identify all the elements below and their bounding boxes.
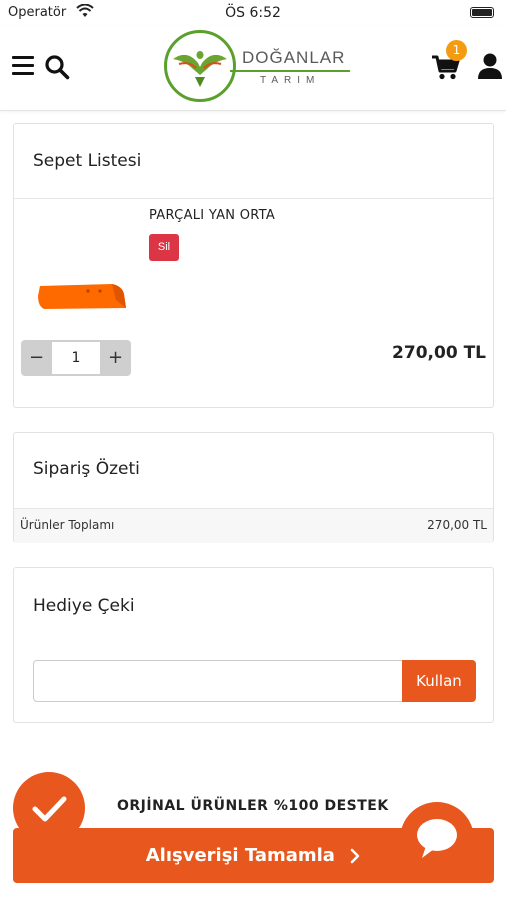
- products-total-label: Ürünler Toplamı: [20, 518, 115, 532]
- search-icon[interactable]: [44, 54, 70, 80]
- quantity-input[interactable]: 1: [52, 342, 100, 374]
- product-image[interactable]: [36, 282, 126, 312]
- order-summary-title: Sipariş Özeti: [33, 459, 140, 479]
- battery-icon: [470, 7, 494, 18]
- clock: ÖS 6:52: [225, 5, 281, 21]
- products-total-value: 270,00 TL: [427, 518, 487, 532]
- summary-row: Ürünler Toplamı 270,00 TL: [14, 508, 493, 543]
- gift-voucher-card: Hediye Çeki Kullan: [13, 567, 494, 723]
- chevron-right-icon: [350, 848, 360, 864]
- quantity-stepper[interactable]: − 1 +: [21, 340, 131, 376]
- chat-button[interactable]: [400, 802, 474, 876]
- logo-divider: [230, 70, 350, 72]
- decrease-button[interactable]: −: [21, 340, 52, 376]
- delete-button[interactable]: Sil: [149, 234, 179, 261]
- cart-count-badge: 1: [446, 40, 467, 61]
- app-header: DOĞANLAR TARIM 1: [0, 26, 506, 111]
- eagle-icon: [173, 51, 227, 87]
- checkout-label: Alışverişi Tamamla: [145, 845, 335, 866]
- menu-icon[interactable]: [12, 56, 34, 76]
- cart-list-title: Sepet Listesi: [33, 151, 142, 171]
- increase-button[interactable]: +: [100, 340, 131, 376]
- divider: [14, 198, 493, 199]
- brand-logo[interactable]: DOĞANLAR TARIM: [164, 30, 350, 106]
- item-price: 270,00 TL: [392, 343, 486, 363]
- product-name[interactable]: PARÇALI YAN ORTA: [149, 208, 275, 223]
- gift-voucher-title: Hediye Çeki: [33, 596, 135, 616]
- apply-voucher-button[interactable]: Kullan: [402, 660, 476, 702]
- order-summary-card: Sipariş Özeti Ürünler Toplamı 270,00 TL: [13, 432, 494, 543]
- feature-text: ORJİNAL ÜRÜNLER %100 DESTEK: [117, 798, 389, 814]
- cart-list-card: Sepet Listesi PARÇALI YAN ORTA Sil − 1 +…: [13, 123, 494, 408]
- logo-subtitle: TARIM: [260, 75, 321, 86]
- gift-code-input[interactable]: [33, 660, 405, 702]
- logo-name: DOĞANLAR: [242, 48, 346, 67]
- user-icon[interactable]: [478, 52, 502, 80]
- logo-emblem: [164, 30, 236, 102]
- status-bar: Operatör ÖS 6:52: [0, 0, 506, 26]
- chat-icon: [417, 819, 457, 858]
